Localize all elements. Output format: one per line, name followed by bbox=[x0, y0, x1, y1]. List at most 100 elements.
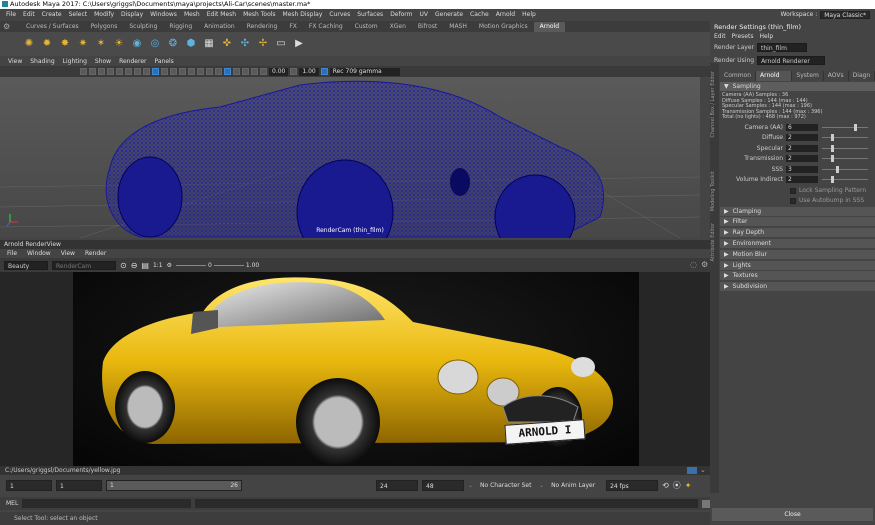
photometric-light-sun-icon[interactable]: ✷ bbox=[76, 37, 90, 51]
param-value-field[interactable]: 3 bbox=[786, 165, 818, 173]
color-management-icon[interactable] bbox=[320, 68, 328, 75]
viewport-menu-lighting[interactable]: Lighting bbox=[63, 58, 87, 65]
param-slider-knob[interactable] bbox=[835, 165, 839, 173]
rs-tab-diagnostics[interactable]: Diagn bbox=[849, 71, 875, 81]
flush-cache-grid-icon[interactable]: ▦ bbox=[202, 37, 216, 51]
camera-attr-icon[interactable] bbox=[89, 68, 96, 75]
param-value-field[interactable]: 2 bbox=[786, 134, 818, 141]
param-value-field[interactable]: 2 bbox=[786, 144, 818, 152]
isolate-select-icon[interactable] bbox=[224, 68, 231, 75]
shelf-tab-fx[interactable]: FX bbox=[283, 22, 303, 32]
image-plane-icon[interactable] bbox=[107, 68, 114, 75]
motion-blur-icon[interactable] bbox=[206, 68, 213, 75]
param-value-field[interactable]: 2 bbox=[786, 176, 818, 183]
section-sampling[interactable]: ▼ Sampling bbox=[720, 82, 875, 91]
workspace-dropdown[interactable]: Maya Classic* bbox=[820, 10, 870, 19]
menu-windows[interactable]: Windows bbox=[150, 11, 177, 18]
section-subdivision[interactable]: ▶ Subdivision bbox=[720, 282, 875, 291]
rs-tab-system[interactable]: System bbox=[792, 71, 824, 81]
anim-layer-chevron-down-icon[interactable]: ⌄ bbox=[539, 482, 544, 489]
skydome-light-sun-icon[interactable]: ✺ bbox=[22, 37, 36, 51]
gate-mask-icon[interactable] bbox=[143, 68, 150, 75]
menu-uv[interactable]: UV bbox=[420, 11, 429, 18]
param-value-field[interactable]: 2 bbox=[786, 155, 818, 162]
param-slider[interactable] bbox=[822, 134, 868, 141]
xray-joints-icon[interactable] bbox=[242, 68, 249, 75]
light-portal-sun-icon[interactable]: ✶ bbox=[94, 37, 108, 51]
shelf-tab-polygons[interactable]: Polygons bbox=[85, 22, 124, 32]
loop-icon[interactable]: ⟲ bbox=[662, 481, 669, 490]
render-using-dropdown[interactable]: Arnold Renderer bbox=[757, 56, 826, 65]
menu-mesh-display[interactable]: Mesh Display bbox=[283, 11, 323, 18]
section-filter[interactable]: ▶ Filter bbox=[720, 217, 875, 226]
bookmark-icon[interactable] bbox=[98, 68, 105, 75]
mel-input[interactable] bbox=[22, 499, 192, 508]
param-slider[interactable] bbox=[822, 155, 868, 162]
rs-menu-help[interactable]: Help bbox=[759, 33, 773, 40]
viewport-menu-shading[interactable]: Shading bbox=[30, 58, 54, 65]
menu-create[interactable]: Create bbox=[42, 11, 62, 18]
shelf-tab-fx-caching[interactable]: FX Caching bbox=[303, 22, 349, 32]
menu-modify[interactable]: Modify bbox=[94, 11, 114, 18]
param-value-field[interactable]: 6 bbox=[786, 123, 818, 131]
close-button[interactable]: Close bbox=[712, 508, 873, 521]
standin-sphere-icon[interactable]: ◉ bbox=[130, 37, 144, 51]
rs-tab-common[interactable]: Common bbox=[720, 71, 757, 81]
section-clamping[interactable]: ▶ Clamping bbox=[720, 207, 875, 216]
menu-help[interactable]: Help bbox=[522, 11, 536, 18]
rs-tab-arnold-renderer[interactable]: Arnold Renderer bbox=[756, 71, 793, 89]
autobump-sss-checkbox[interactable] bbox=[790, 197, 796, 204]
menu-deform[interactable]: Deform bbox=[390, 11, 412, 18]
gamma-slider[interactable] bbox=[213, 264, 244, 266]
side-tab-attribute-editor[interactable]: Attribute Editor bbox=[710, 223, 719, 261]
collapse-chevron-down-icon[interactable]: ⌄ bbox=[700, 466, 706, 474]
physical-sky-sun-icon[interactable]: ☀ bbox=[112, 37, 126, 51]
end-time-field[interactable]: 48 bbox=[422, 479, 464, 491]
ao-icon[interactable] bbox=[197, 68, 204, 75]
exposure-gear-icon[interactable]: ⚙ bbox=[167, 262, 172, 269]
section-lights[interactable]: ▶ Lights bbox=[720, 261, 875, 270]
shelf-tab-mash[interactable]: MASH bbox=[443, 22, 473, 32]
antialias-icon[interactable] bbox=[215, 68, 222, 75]
viewport-menu-panels[interactable]: Panels bbox=[154, 58, 173, 65]
menu-cache[interactable]: Cache bbox=[470, 11, 489, 18]
fps-dropdown[interactable]: 24 fps bbox=[606, 479, 659, 491]
menu-generate[interactable]: Generate bbox=[435, 11, 463, 18]
script-editor-icon[interactable] bbox=[702, 499, 710, 508]
rs-tab-aovs[interactable]: AOVs bbox=[824, 71, 849, 81]
menu-mesh-tools[interactable]: Mesh Tools bbox=[243, 11, 275, 18]
section-environment[interactable]: ▶ Environment bbox=[720, 239, 875, 248]
perspective-viewport[interactable]: RenderCam (thin_film) bbox=[0, 77, 700, 238]
shelf-tab-rigging[interactable]: Rigging bbox=[163, 22, 198, 32]
lights-icon[interactable] bbox=[179, 68, 186, 75]
playback-start-field[interactable]: 1 bbox=[56, 479, 102, 491]
resolution-gate-icon[interactable] bbox=[134, 68, 141, 75]
exposure-slider[interactable] bbox=[176, 264, 207, 266]
menu-display[interactable]: Display bbox=[121, 11, 143, 18]
tx-manager-grid-icon[interactable]: ✢ bbox=[256, 37, 270, 51]
anim-layer-dropdown[interactable]: No Anim Layer bbox=[548, 479, 603, 491]
renderview-menu-render[interactable]: Render bbox=[85, 250, 106, 257]
shelf-tab-rendering[interactable]: Rendering bbox=[241, 22, 284, 32]
shadows-icon[interactable] bbox=[188, 68, 195, 75]
texture-grid-icon[interactable]: ✣ bbox=[238, 37, 252, 51]
section-motion-blur[interactable]: ▶ Motion Blur bbox=[720, 250, 875, 259]
playback-end-field[interactable]: 24 bbox=[376, 479, 418, 491]
side-tab-channel-box[interactable]: Channel Box / Layer Editor bbox=[710, 71, 719, 138]
aov-dropdown[interactable]: Beauty bbox=[4, 260, 48, 270]
viewport-menu-show[interactable]: Show bbox=[95, 58, 111, 65]
smooth-shade-icon[interactable] bbox=[161, 68, 168, 75]
menu-arnold[interactable]: Arnold bbox=[496, 11, 515, 18]
section-ray-depth[interactable]: ▶ Ray Depth bbox=[720, 228, 875, 237]
ipr-play-icon[interactable]: ▶ bbox=[292, 37, 306, 51]
menu-surfaces[interactable]: Surfaces bbox=[357, 11, 383, 18]
shelf-tab-sculpting[interactable]: Sculpting bbox=[123, 22, 163, 32]
shelf-tab-xgen[interactable]: XGen bbox=[384, 22, 412, 32]
param-slider[interactable] bbox=[822, 123, 868, 131]
lock-sampling-checkbox[interactable] bbox=[790, 187, 796, 194]
renderview-menu-file[interactable]: File bbox=[7, 250, 17, 257]
viewport-menu-view[interactable]: View bbox=[8, 58, 22, 65]
renderview-menu-window[interactable]: Window bbox=[27, 250, 51, 257]
param-slider-knob[interactable] bbox=[854, 123, 858, 131]
param-slider[interactable] bbox=[822, 165, 868, 173]
